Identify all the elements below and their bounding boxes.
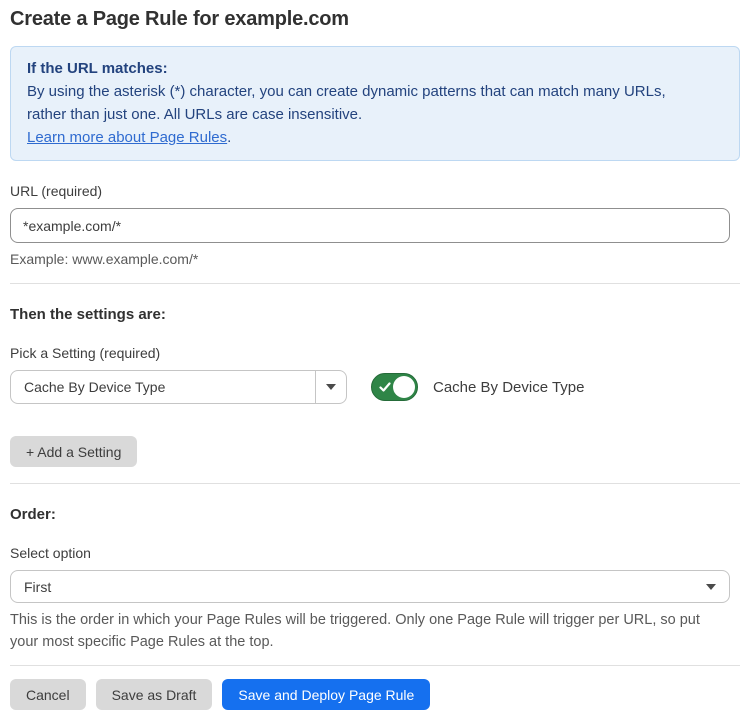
setting-select-value: Cache By Device Type: [11, 371, 315, 403]
info-box-body-line: By using the asterisk (*) character, you…: [27, 80, 723, 103]
section-divider: [10, 283, 740, 284]
save-and-deploy-button[interactable]: Save and Deploy Page Rule: [222, 679, 430, 710]
order-section-heading: Order:: [10, 506, 740, 523]
info-box-heading: If the URL matches:: [27, 57, 723, 80]
setting-picker-label: Pick a Setting (required): [10, 345, 740, 361]
order-select[interactable]: First: [10, 570, 730, 603]
learn-more-link[interactable]: Learn more about Page Rules: [27, 129, 227, 146]
save-as-draft-button[interactable]: Save as Draft: [96, 679, 213, 710]
chevron-down-icon: [693, 571, 729, 602]
footer-divider: [10, 665, 740, 666]
url-field-label: URL (required): [10, 183, 740, 199]
setting-select-arrow-button[interactable]: [315, 371, 346, 403]
order-select-label: Select option: [10, 545, 740, 561]
cancel-button[interactable]: Cancel: [10, 679, 86, 710]
toggle-knob: [393, 376, 415, 398]
info-box-link-line: Learn more about Page Rules.: [27, 126, 723, 149]
url-input[interactable]: [10, 208, 730, 243]
setting-select[interactable]: Cache By Device Type: [10, 370, 347, 404]
info-box-body-line: rather than just one. All URLs are case …: [27, 103, 723, 126]
settings-section-heading: Then the settings are:: [10, 306, 740, 323]
add-setting-button[interactable]: + Add a Setting: [10, 436, 137, 467]
url-example-text: Example: www.example.com/*: [10, 251, 740, 267]
url-match-info-box: If the URL matches: By using the asteris…: [10, 46, 740, 161]
cache-by-device-type-toggle[interactable]: [371, 373, 418, 401]
chevron-down-icon: [326, 384, 336, 390]
footer-button-bar: Cancel Save as Draft Save and Deploy Pag…: [10, 679, 740, 710]
link-suffix: .: [227, 129, 231, 146]
toggle-label: Cache By Device Type: [433, 379, 584, 396]
check-icon: [379, 381, 391, 393]
order-help-text: This is the order in which your Page Rul…: [10, 609, 730, 653]
section-divider: [10, 483, 740, 484]
page-rule-form: Create a Page Rule for example.com If th…: [0, 0, 750, 710]
setting-row: Cache By Device Type Cache By Device Typ…: [10, 370, 740, 404]
order-select-value: First: [11, 571, 693, 602]
page-title: Create a Page Rule for example.com: [10, 8, 740, 31]
